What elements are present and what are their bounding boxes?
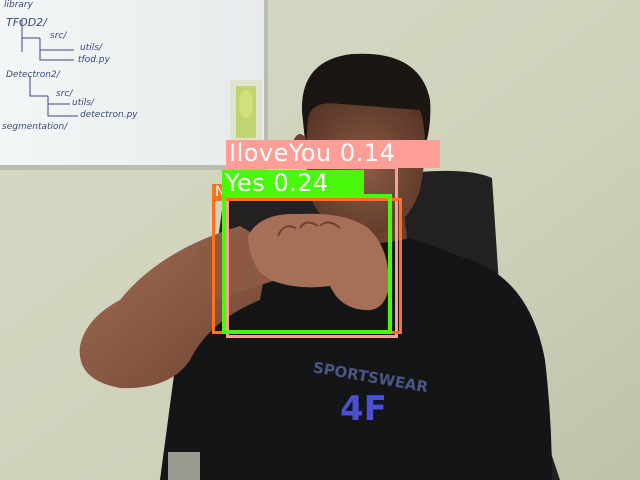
detection-label-iloveyou: IloveYou 0.14 — [226, 140, 440, 168]
wall-calendar — [230, 80, 262, 142]
whiteboard-text: utils/ — [72, 98, 94, 108]
whiteboard-text: src/ — [50, 31, 67, 41]
whiteboard-text: utils/ — [80, 43, 102, 53]
tshirt-logo: 4F — [340, 389, 387, 429]
whiteboard-text: Detectron2/ — [6, 70, 60, 80]
whiteboard-text: detectron.py — [80, 110, 138, 120]
whiteboard-text: TFOD2/ — [6, 16, 47, 29]
whiteboard-text: src/ — [56, 89, 73, 99]
detection-box-yes — [222, 194, 392, 334]
whiteboard-text: library — [4, 0, 33, 10]
whiteboard-text: tfod.py — [78, 55, 110, 65]
detection-label-yes: Yes 0.24 — [222, 170, 364, 198]
desk-corner — [168, 452, 200, 480]
whiteboard-text: segmentation/ — [2, 122, 68, 132]
